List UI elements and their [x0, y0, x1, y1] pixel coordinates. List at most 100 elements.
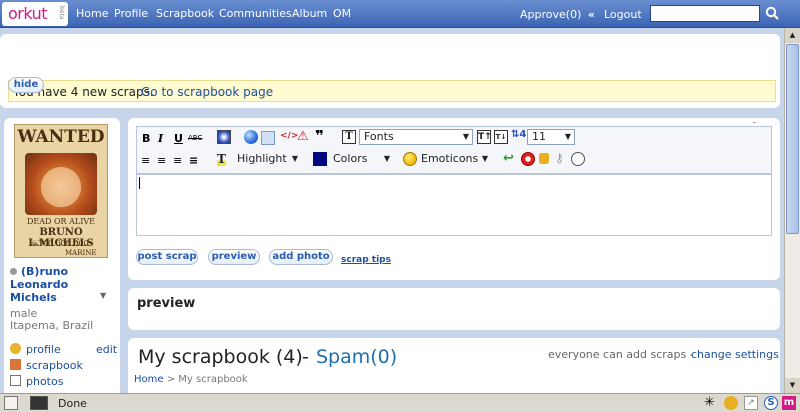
- status-text: Done: [58, 397, 87, 410]
- post-scrap-button[interactable]: post scrap: [136, 249, 198, 265]
- font-size-value: 11: [532, 130, 546, 143]
- change-settings-link[interactable]: change settings: [691, 348, 779, 361]
- extension-icon[interactable]: ↗: [744, 396, 758, 410]
- breadcrumb-separator: >: [166, 374, 176, 385]
- edit-profile-link[interactable]: edit: [96, 343, 117, 356]
- strikethrough-button[interactable]: ABC: [188, 134, 202, 142]
- text-caret: [139, 177, 140, 189]
- sidebar-item-label: scrapbook: [26, 359, 83, 372]
- nav-om[interactable]: OM: [333, 7, 351, 20]
- font-size-down-icon[interactable]: T↓: [494, 130, 508, 144]
- preview-panel: preview: [128, 288, 780, 330]
- bold-button[interactable]: B: [142, 132, 150, 145]
- scrap-editor-panel: ¯ B I U ABC </> ⚠ ❞ T Fonts▼ T↑ T↓ ⇅4 11…: [128, 118, 780, 280]
- poster-line1: DEAD OR ALIVE: [27, 217, 95, 226]
- sidebar-item-photos[interactable]: photos: [10, 375, 63, 388]
- colors-label: Colors: [333, 152, 368, 165]
- sort-size-icon[interactable]: ⇅4: [511, 129, 526, 140]
- font-icon: T: [342, 130, 356, 144]
- poster-face: [25, 153, 97, 215]
- warning-icon[interactable]: ⚠: [297, 129, 309, 144]
- font-size-select[interactable]: 11 ▼: [527, 129, 575, 145]
- poster-line4: MARINE: [65, 249, 97, 257]
- underline-button[interactable]: U: [174, 132, 183, 145]
- nav-album[interactable]: Album: [292, 7, 327, 20]
- sidebar-item-scrapbook[interactable]: scrapbook: [10, 359, 83, 372]
- scroll-down-icon[interactable]: ▼: [785, 378, 800, 393]
- align-right-icon[interactable]: ≡: [173, 154, 182, 167]
- emoticons-select[interactable]: Emoticons ▼: [417, 152, 491, 168]
- fonts-select[interactable]: Fonts ▼: [359, 129, 473, 145]
- sidebar-item-label: profile: [26, 343, 61, 356]
- html-code-icon[interactable]: </>: [280, 131, 298, 141]
- font-size-up-icon[interactable]: T↑: [477, 130, 492, 144]
- insert-image-icon[interactable]: [217, 130, 231, 144]
- align-justify-icon[interactable]: ≡: [189, 154, 198, 167]
- chevron-down-icon: ▼: [564, 132, 571, 141]
- scrollbar-thumb[interactable]: [786, 44, 799, 234]
- orkut-addon-icon[interactable]: m: [782, 396, 796, 410]
- highlight-select[interactable]: Highlight ▼: [233, 152, 301, 168]
- scrap-policy-text: everyone can add scraps -: [548, 348, 694, 361]
- colors-select[interactable]: Colors ▼: [329, 152, 393, 168]
- status-dot-icon: [10, 268, 17, 275]
- lock-icon[interactable]: [539, 153, 549, 164]
- add-photo-button[interactable]: add photo: [269, 249, 333, 265]
- key-icon[interactable]: ⚷: [555, 151, 564, 165]
- scrollbar[interactable]: ▲ ▼: [784, 28, 800, 393]
- status-window-icon[interactable]: [30, 396, 48, 410]
- breadcrumb-home[interactable]: Home: [134, 374, 164, 385]
- chevron-down-icon: ▼: [383, 154, 390, 163]
- skype-icon[interactable]: S: [764, 396, 778, 410]
- browser-status-bar: Done ✳ ↗ S m: [0, 393, 800, 412]
- top-bar: orkut beta Home Profile Scrapbook Commun…: [0, 0, 800, 28]
- bug-icon[interactable]: ✳: [704, 395, 715, 410]
- picture-icon[interactable]: [261, 131, 275, 145]
- highlight-label: Highlight: [237, 152, 287, 165]
- chevron-down-icon: ▼: [291, 154, 298, 163]
- profile-name-text: (B)runo Leonardo Michels: [10, 265, 69, 304]
- poster-title: WANTED: [17, 127, 105, 147]
- emoticon-icon: [403, 152, 417, 166]
- approve-link[interactable]: Approve(0) «: [520, 8, 595, 21]
- smiley-addon-icon[interactable]: [724, 396, 738, 410]
- undo-arrow-icon[interactable]: ↩: [503, 151, 514, 166]
- sidebar-item-profile[interactable]: profile: [10, 343, 61, 356]
- clock-icon[interactable]: [571, 152, 585, 166]
- scrapbook-panel: My scrapbook (4) - Spam(0) everyone can …: [128, 338, 780, 400]
- notice-panel: You have 4 new scraps. Go to scrapbook p…: [0, 34, 780, 108]
- blocked-icon[interactable]: [521, 152, 535, 166]
- color-swatch-icon: [313, 152, 327, 166]
- fonts-select-value: Fonts: [364, 130, 394, 143]
- status-pointer-icon[interactable]: [4, 396, 18, 410]
- logout-link[interactable]: Logout: [604, 8, 642, 21]
- profile-sidebar: WANTED DEAD OR ALIVE BRUNO L.MICHELS ☠30…: [4, 118, 120, 398]
- globe-link-icon[interactable]: [244, 130, 258, 144]
- quote-icon[interactable]: ❞: [315, 127, 324, 145]
- chevron-down-icon[interactable]: ▼: [100, 291, 106, 300]
- search-icon[interactable]: [763, 4, 781, 22]
- new-scraps-notice: You have 4 new scraps. Go to scrapbook p…: [8, 80, 776, 102]
- spam-link[interactable]: Spam(0): [316, 346, 397, 368]
- nav-scrapbook[interactable]: Scrapbook: [156, 7, 214, 20]
- go-to-scrapbook-link[interactable]: Go to scrapbook page: [141, 85, 273, 99]
- scrap-tips-link[interactable]: scrap tips: [341, 255, 391, 265]
- preview-button[interactable]: preview: [208, 249, 260, 265]
- profile-photo[interactable]: WANTED DEAD OR ALIVE BRUNO L.MICHELS ☠30…: [14, 124, 108, 258]
- emoticons-label: Emoticons: [421, 152, 479, 165]
- collapse-icon[interactable]: «: [588, 8, 595, 21]
- scrap-text-area[interactable]: [136, 174, 772, 236]
- italic-button[interactable]: I: [158, 132, 163, 145]
- nav-communities[interactable]: Communities: [219, 7, 292, 20]
- logo-beta-badge: beta: [58, 6, 65, 20]
- poster-line3: ☠300.000.000-: [30, 239, 92, 248]
- align-center-icon[interactable]: ≡: [157, 154, 166, 167]
- search-input[interactable]: [650, 5, 760, 22]
- title-separator: -: [302, 346, 309, 368]
- orkut-logo[interactable]: orkut beta: [2, 2, 68, 26]
- align-left-icon[interactable]: ≡: [141, 154, 150, 167]
- nav-profile[interactable]: Profile: [114, 7, 148, 20]
- scroll-up-icon[interactable]: ▲: [785, 28, 800, 43]
- hide-button[interactable]: hide: [8, 77, 44, 93]
- nav-home[interactable]: Home: [76, 7, 108, 20]
